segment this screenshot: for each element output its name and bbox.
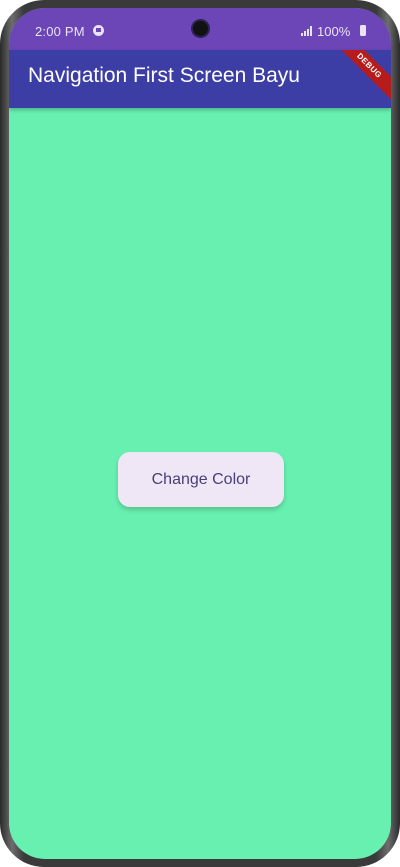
debug-banner: DEBUG bbox=[327, 50, 391, 108]
battery-icon bbox=[360, 25, 366, 36]
phone-frame: 2:00 PM 100% Navigation First Screen Bay… bbox=[0, 0, 400, 867]
app-title: Navigation First Screen Bayu bbox=[28, 64, 300, 87]
status-time: 2:00 PM bbox=[35, 24, 85, 39]
status-bar: 2:00 PM 100% bbox=[9, 8, 391, 50]
change-color-button[interactable]: Change Color bbox=[118, 452, 284, 507]
signal-icon bbox=[301, 26, 313, 36]
app-screen: 2:00 PM 100% Navigation First Screen Bay… bbox=[9, 8, 391, 859]
front-camera bbox=[193, 21, 208, 36]
app-bar: Navigation First Screen Bayu DEBUG bbox=[9, 50, 391, 108]
battery-percentage: 100% bbox=[317, 24, 351, 39]
message-icon bbox=[93, 25, 104, 36]
